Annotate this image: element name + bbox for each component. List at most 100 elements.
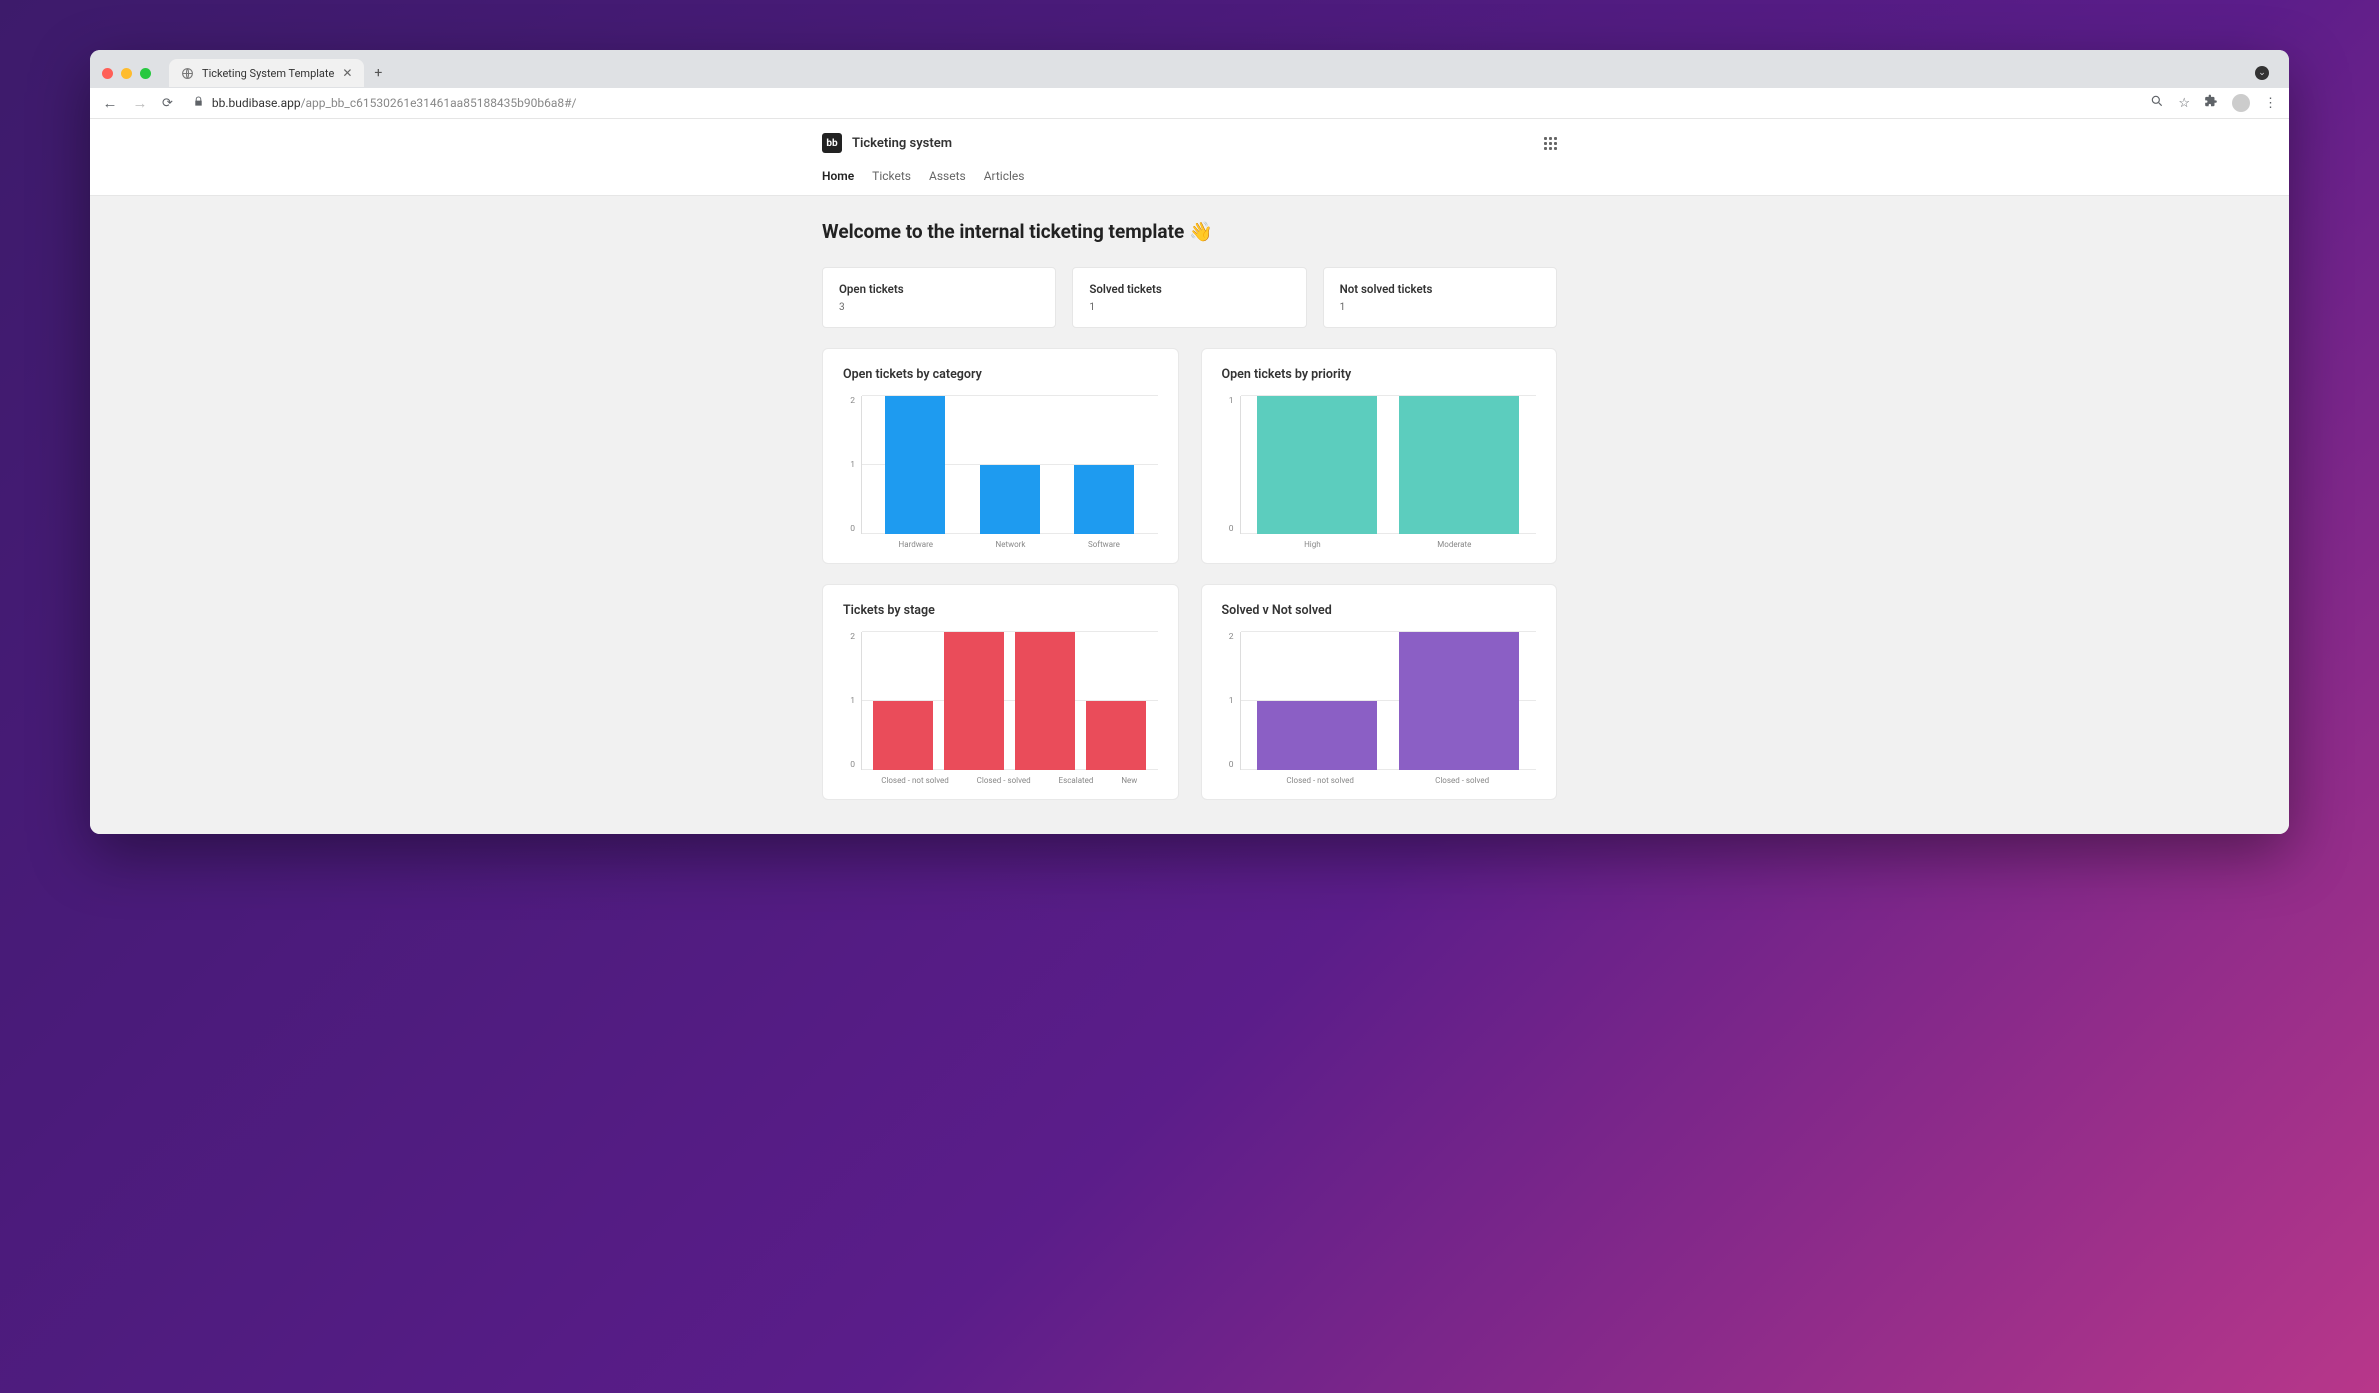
bars (1241, 632, 1537, 770)
app-page: bb Ticketing system Home Tickets Assets … (90, 119, 2289, 834)
expand-tabs-button[interactable]: ⌄ (2255, 66, 2269, 80)
apps-menu-button[interactable] (1544, 137, 1557, 150)
x-tick: Closed - solved (977, 776, 1031, 785)
x-tick: Escalated (1059, 776, 1094, 785)
y-tick: 0 (850, 524, 855, 534)
close-tab-button[interactable]: ✕ (342, 66, 352, 80)
browser-window: Ticketing System Template ✕ + ⌄ ← → ⟳ bb… (90, 50, 2289, 834)
bar (1399, 632, 1519, 770)
y-tick: 1 (850, 696, 855, 706)
chart-by-stage: Tickets by stage210Closed - not solvedCl… (822, 584, 1179, 800)
y-tick: 1 (1229, 696, 1234, 706)
nav-tab-assets[interactable]: Assets (929, 169, 966, 183)
x-axis-labels: Closed - not solved Closed - solved (1222, 776, 1537, 785)
window-close-button[interactable] (102, 68, 113, 79)
y-tick: 0 (850, 760, 855, 770)
bar (980, 465, 1040, 534)
y-tick: 2 (1229, 632, 1234, 642)
y-tick: 2 (850, 396, 855, 406)
y-tick: 1 (1229, 396, 1234, 406)
profile-avatar[interactable] (2232, 94, 2250, 112)
nav-tab-articles[interactable]: Articles (984, 169, 1025, 183)
stat-label: Solved tickets (1089, 282, 1289, 296)
page-title: Welcome to the internal ticketing templa… (822, 220, 1557, 243)
browser-tab-bar: Ticketing System Template ✕ + ⌄ (90, 50, 2289, 88)
stat-row: Open tickets 3 Solved tickets 1 Not solv… (822, 267, 1557, 328)
more-menu-icon[interactable]: ⋮ (2264, 96, 2277, 111)
nav-tab-home[interactable]: Home (822, 169, 854, 183)
chart-body: 10 (1222, 396, 1537, 534)
plot-area (861, 396, 1158, 534)
y-tick: 0 (1229, 760, 1234, 770)
nav-tabs: Home Tickets Assets Articles (822, 169, 1557, 195)
bars (862, 396, 1158, 534)
globe-icon (181, 67, 194, 80)
x-axis-labels: Closed - not solved Closed - solved Escala… (843, 776, 1158, 785)
chart-title: Open tickets by priority (1222, 367, 1537, 382)
x-axis-labels: High Moderate (1222, 540, 1537, 549)
app-brand: bb Ticketing system (822, 133, 952, 153)
stat-value: 1 (1340, 302, 1540, 313)
new-tab-button[interactable]: + (374, 65, 382, 81)
stat-card-solved: Solved tickets 1 (1072, 267, 1306, 328)
address-bar[interactable]: bb.budibase.app/app_bb_c61530261e31461aa… (187, 96, 2136, 110)
chart-body: 2 1 0 (1222, 632, 1537, 770)
x-tick: Closed - solved (1435, 776, 1489, 785)
y-axis: 210 (843, 396, 861, 534)
window-minimize-button[interactable] (121, 68, 132, 79)
bars (862, 632, 1158, 770)
browser-toolbar: ← → ⟳ bb.budibase.app/app_bb_c61530261e3… (90, 88, 2289, 119)
browser-tab[interactable]: Ticketing System Template ✕ (169, 59, 364, 87)
plot-area (1240, 632, 1537, 770)
stat-card-open: Open tickets 3 (822, 267, 1056, 328)
x-tick: Closed - not solved (881, 776, 949, 785)
back-button[interactable]: ← (102, 94, 118, 112)
bar (873, 701, 933, 770)
content: Welcome to the internal ticketing templa… (822, 196, 1557, 834)
bar (1257, 396, 1377, 534)
y-axis: 10 (1222, 396, 1240, 534)
toolbar-actions: ☆ ⋮ (2150, 94, 2277, 112)
plot-area (861, 632, 1158, 770)
reload-button[interactable]: ⟳ (162, 96, 173, 111)
bookmark-icon[interactable]: ☆ (2178, 96, 2190, 111)
bars (1241, 396, 1537, 534)
bar (1074, 465, 1134, 534)
x-tick: Moderate (1437, 540, 1471, 549)
stat-label: Not solved tickets (1340, 282, 1540, 296)
app-header: bb Ticketing system Home Tickets Assets … (90, 119, 2289, 196)
nav-tab-tickets[interactable]: Tickets (872, 169, 911, 183)
chart-row-2: Tickets by stage210Closed - not solvedCl… (822, 584, 1557, 800)
x-axis-labels: HardwareNetworkSoftware (843, 540, 1158, 549)
url-text: bb.budibase.app/app_bb_c61530261e31461aa… (212, 96, 577, 110)
bar (885, 396, 945, 534)
x-tick: New (1121, 776, 1137, 785)
tab-bar-right: ⌄ (2255, 66, 2269, 80)
plot-area (1240, 396, 1537, 534)
y-tick: 2 (850, 632, 855, 642)
search-icon[interactable] (2150, 94, 2164, 112)
stat-value: 1 (1089, 302, 1289, 313)
chart-row-1: Open tickets by category210HardwareNetwo… (822, 348, 1557, 564)
chart-title: Solved v Not solved (1222, 603, 1537, 618)
extensions-icon[interactable] (2204, 94, 2218, 112)
forward-button[interactable]: → (132, 94, 148, 112)
brand-badge: bb (822, 133, 842, 153)
x-tick: High (1304, 540, 1321, 549)
browser-tab-title: Ticketing System Template (202, 67, 334, 80)
window-zoom-button[interactable] (140, 68, 151, 79)
chart-title: Open tickets by category (843, 367, 1158, 382)
y-tick: 0 (1229, 524, 1234, 534)
window-controls (102, 68, 151, 79)
x-tick: Closed - not solved (1286, 776, 1354, 785)
chart-by-category: Open tickets by category 210 HardwareNetwo… (822, 348, 1179, 564)
bar (944, 632, 1004, 770)
bar (1257, 701, 1377, 770)
chart-body: 2 1 0 (843, 632, 1158, 770)
x-tick: Hardware (899, 540, 933, 549)
y-axis: 2 1 0 (1222, 632, 1240, 770)
stat-value: 3 (839, 302, 1039, 313)
y-axis: 2 1 0 (843, 632, 861, 770)
bar (1399, 396, 1519, 534)
stat-label: Open tickets (839, 282, 1039, 296)
